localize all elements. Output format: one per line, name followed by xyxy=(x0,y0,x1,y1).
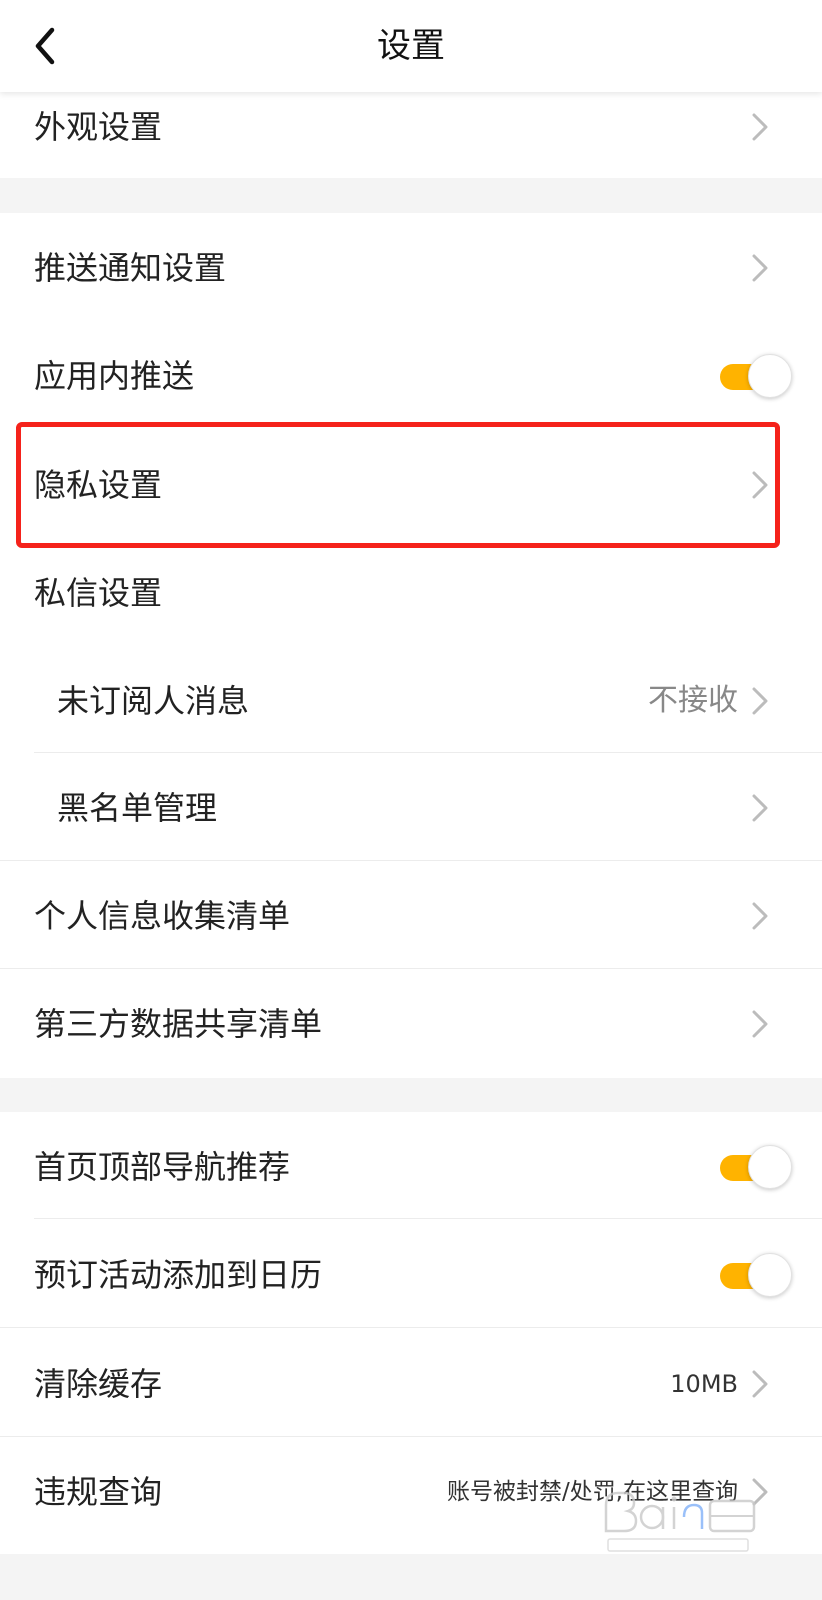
row-label: 预订活动添加到日历 xyxy=(34,1256,323,1294)
row-label: 应用内推送 xyxy=(34,357,195,395)
page-title: 设置 xyxy=(377,26,445,66)
nav-bar: 设置 xyxy=(0,0,822,92)
watermark-logo xyxy=(604,1491,756,1552)
unsubscribed-messages-row[interactable]: 未订阅人消息 不接收 xyxy=(0,646,822,756)
add-booking-to-calendar-toggle[interactable] xyxy=(716,1253,792,1297)
row-value: 不接收 xyxy=(648,683,738,718)
blacklist-management-row[interactable]: 黑名单管理 xyxy=(0,753,822,863)
clear-cache-row[interactable]: 清除缓存 10MB xyxy=(0,1329,822,1439)
in-app-push-toggle[interactable] xyxy=(716,354,792,398)
toggle-knob xyxy=(748,1253,792,1297)
toggle-knob xyxy=(748,354,792,398)
cache-size: 10MB xyxy=(670,1370,738,1398)
toggle-knob xyxy=(748,1145,792,1189)
row-label: 首页顶部导航推荐 xyxy=(34,1148,291,1186)
row-label: 清除缓存 xyxy=(34,1365,163,1403)
row-label: 私信设置 xyxy=(34,574,163,612)
third-party-sharing-list-row[interactable]: 第三方数据共享清单 xyxy=(0,969,822,1079)
row-label: 推送通知设置 xyxy=(34,249,227,287)
divider xyxy=(0,1327,822,1328)
section-push-privacy: 推送通知设置 应用内推送 隐私设置 私信设置 未订阅人消息 不接收 黑名单管理 xyxy=(0,213,822,1078)
chevron-right-icon xyxy=(752,794,768,822)
chevron-right-icon xyxy=(752,1370,768,1398)
row-label: 黑名单管理 xyxy=(57,789,218,827)
row-label: 个人信息收集清单 xyxy=(34,897,291,935)
chevron-right-icon xyxy=(752,902,768,930)
home-top-nav-recommend-toggle[interactable] xyxy=(716,1145,792,1189)
chevron-right-icon xyxy=(752,113,768,141)
push-notification-settings-row[interactable]: 推送通知设置 xyxy=(0,213,822,323)
divider xyxy=(34,1218,822,1219)
privacy-settings-highlight xyxy=(16,422,780,548)
add-booking-to-calendar-row: 预订活动添加到日历 xyxy=(0,1220,822,1330)
chevron-right-icon xyxy=(752,687,768,715)
chevron-right-icon xyxy=(752,1010,768,1038)
section-appearance: 外观设置 xyxy=(0,92,822,178)
row-label: 未订阅人消息 xyxy=(57,682,250,720)
row-label: 第三方数据共享清单 xyxy=(34,1005,323,1043)
home-top-nav-recommend-row: 首页顶部导航推荐 xyxy=(0,1112,822,1222)
bottom-background xyxy=(0,1554,822,1600)
chevron-right-icon xyxy=(752,254,768,282)
row-label: 违规查询 xyxy=(34,1473,163,1511)
message-settings-row: 私信设置 xyxy=(0,538,822,648)
in-app-push-row: 应用内推送 xyxy=(0,321,822,431)
personal-info-list-row[interactable]: 个人信息收集清单 xyxy=(0,861,822,971)
